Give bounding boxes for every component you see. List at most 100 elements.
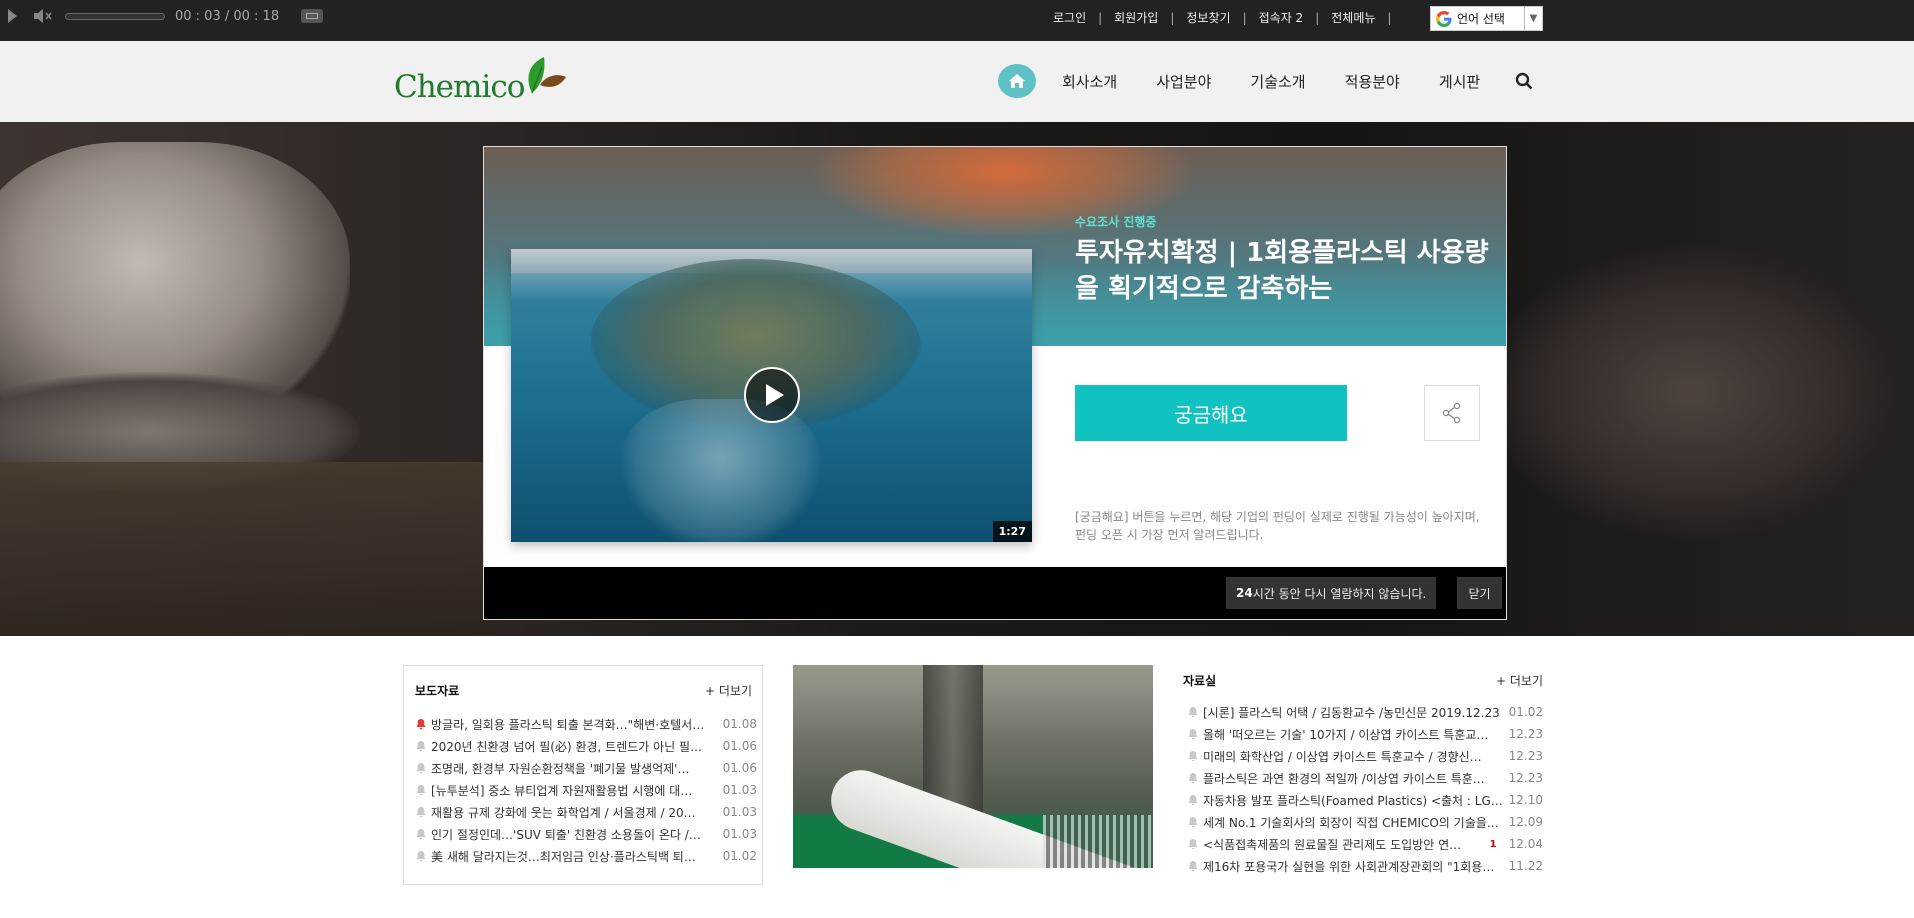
bell-icon xyxy=(416,763,426,774)
list-item[interactable]: 인기 절정인데…'SUV 퇴출' 친환경 소용돌이 온다 /… 01.03 xyxy=(415,823,757,845)
list-item-date: 01.06 xyxy=(722,739,757,753)
list-item[interactable]: [시론] 플라스틱 어택 / 김동환교수 /농민신문 2019.12.23 01.… xyxy=(1187,701,1543,723)
list-item[interactable]: 2020년 친환경 넘어 필(必) 환경, 트렌드가 아닌 필… 01.06 xyxy=(415,735,757,757)
signup-link[interactable]: 회원가입 xyxy=(1114,9,1158,26)
bell-icon xyxy=(1188,839,1198,850)
share-button[interactable] xyxy=(1424,385,1480,441)
bell-icon xyxy=(1188,729,1198,740)
list-item-title: 올해 '떠오르는 기술' 10가지 / 이상엽 카이스트 특훈교… xyxy=(1203,727,1489,742)
all-menu-link[interactable]: 전체메뉴 xyxy=(1331,9,1375,26)
list-item[interactable]: 방글라, 일회용 플라스틱 퇴출 본격화…"해변·호텔서… 01.08 xyxy=(415,713,757,735)
list-item-title: 재활용 규제 강화에 웃는 화학업계 / 서울경제 / 20… xyxy=(431,805,696,820)
find-info-link[interactable]: 정보찾기 xyxy=(1186,9,1230,26)
video-duration: 1:27 xyxy=(992,521,1032,542)
language-select[interactable]: 언어 선택 ▼ xyxy=(1430,6,1543,31)
library-list: [시론] 플라스틱 어택 / 김동환교수 /농민신문 2019.12.23 01.… xyxy=(1187,701,1543,877)
curious-button[interactable]: 궁금해요 xyxy=(1075,385,1347,441)
bell-icon xyxy=(416,785,426,796)
separator: | xyxy=(1242,10,1247,25)
google-icon xyxy=(1436,10,1452,27)
utility-links: 로그인 | 회원가입 | 정보찾기 | 접속자 2 | 전체메뉴 | xyxy=(1053,9,1403,26)
status-badge: 수요조사 진행중 xyxy=(1075,215,1157,229)
factory-image[interactable] xyxy=(793,665,1153,868)
list-item-date: 01.03 xyxy=(722,827,757,841)
press-more-link[interactable]: + 더보기 xyxy=(705,682,752,699)
logo[interactable]: Chemico xyxy=(394,55,566,113)
fullscreen-icon[interactable] xyxy=(301,9,324,23)
no-show-hours: 24 xyxy=(1236,586,1253,600)
list-item-date: 01.03 xyxy=(722,783,757,797)
no-show-text: 시간 동안 다시 열람하지 않습니다. xyxy=(1252,586,1427,601)
bell-icon xyxy=(1188,773,1198,784)
site-header: Chemico 회사소개 사업분야 기술소개 적용분야 게시판 xyxy=(0,41,1914,122)
list-item-date: 01.06 xyxy=(722,761,757,775)
search-icon[interactable] xyxy=(1515,72,1533,90)
list-item-date: 12.23 xyxy=(1508,771,1543,785)
nav-company[interactable]: 회사소개 xyxy=(1062,71,1117,92)
list-item[interactable]: 美 새해 달라지는것…최저임금 인상·플라스틱백 퇴… 01.02 xyxy=(415,845,757,867)
list-item-date: 12.23 xyxy=(1508,727,1543,741)
list-item-title: [뉴투분석] 중소 뷰티업계 자원재활용법 시행에 대… xyxy=(431,783,693,798)
list-item-title: [시론] 플라스틱 어택 / 김동환교수 /농민신문 2019.12.23 xyxy=(1203,705,1500,720)
table-image xyxy=(0,462,500,636)
list-item[interactable]: 조명래, 환경부 자원순환정책을 '폐기물 발생억제'… 01.06 xyxy=(415,757,757,779)
list-item-title: 미래의 화학산업 / 이상엽 카이스트 특훈교수 / 경향신… xyxy=(1203,749,1482,764)
comment-count: 1 xyxy=(1489,838,1497,850)
funding-popup: 1:27 수요조사 진행중 투자유치확정 | 1회용플라스틱 사용량을 획기적으… xyxy=(483,146,1507,620)
seek-bar[interactable] xyxy=(65,12,165,20)
bell-icon xyxy=(416,851,426,862)
list-item[interactable]: [뉴투분석] 중소 뷰티업계 자원재활용법 시행에 대… 01.03 xyxy=(415,779,757,801)
nav-application[interactable]: 적용분야 xyxy=(1345,71,1400,92)
bell-icon xyxy=(1188,861,1198,872)
separator: | xyxy=(1387,10,1392,25)
list-item-title: 플라스틱은 과연 환경의 적일까 /이상엽 카이스트 특훈… xyxy=(1203,771,1485,786)
list-item[interactable]: 자동차용 발포 플라스틱(Foamed Plastics) <출처 : LG화…… xyxy=(1187,789,1543,811)
play-icon xyxy=(765,384,784,406)
list-item-date: 01.02 xyxy=(1508,705,1543,719)
list-item-date: 12.09 xyxy=(1508,815,1543,829)
bell-icon xyxy=(1188,817,1198,828)
separator: | xyxy=(1315,10,1320,25)
close-button[interactable]: 닫기 xyxy=(1457,577,1502,609)
language-label: 언어 선택 xyxy=(1457,12,1505,26)
play-icon[interactable] xyxy=(8,9,17,23)
login-link[interactable]: 로그인 xyxy=(1053,9,1086,26)
library-title: 자료실 xyxy=(1183,674,1217,688)
list-item-date: 12.10 xyxy=(1508,793,1543,807)
popup-notice: [궁금해요] 버튼을 누르면, 해당 기업의 펀딩이 실제로 진행될 가능성이 … xyxy=(1075,510,1480,542)
library-more-link[interactable]: + 더보기 xyxy=(1496,672,1543,689)
list-item-date: 01.03 xyxy=(722,805,757,819)
top-utility-bar: 00 : 03 / 00 : 18 로그인 | 회원가입 | 정보찾기 | 접속… xyxy=(0,0,1914,41)
list-item-title: 자동차용 발포 플라스틱(Foamed Plastics) <출처 : LG화… xyxy=(1203,793,1507,808)
bell-icon xyxy=(416,719,426,730)
list-item[interactable]: 제16차 포용국가 실현을 위한 사회관계장관회의 "1회용… 11.22 xyxy=(1187,855,1543,877)
list-item[interactable]: 재활용 규제 강화에 웃는 화학업계 / 서울경제 / 20… 01.03 xyxy=(415,801,757,823)
popup-title: 투자유치확정 | 1회용플라스틱 사용량을 획기적으로 감축하는 xyxy=(1075,238,1489,304)
list-item[interactable]: <식품접촉제품의 원료물질 관리제도 도입방안 연… 1 12.04 xyxy=(1187,833,1543,855)
list-item-title: <식품접촉제품의 원료물질 관리제도 도입방안 연… xyxy=(1203,837,1462,852)
home-button[interactable] xyxy=(998,64,1036,98)
list-item[interactable]: 올해 '떠오르는 기술' 10가지 / 이상엽 카이스트 특훈교… 12.23 xyxy=(1187,723,1543,745)
visitor-count[interactable]: 접속자 2 xyxy=(1259,9,1304,26)
list-item-title: 인기 절정인데…'SUV 퇴출' 친환경 소용돌이 온다 /… xyxy=(431,827,701,842)
nav-technology[interactable]: 기술소개 xyxy=(1250,71,1305,92)
video-thumbnail[interactable]: 1:27 xyxy=(511,249,1032,542)
list-item[interactable]: 미래의 화학산업 / 이상엽 카이스트 특훈교수 / 경향신… 12.23 xyxy=(1187,745,1543,767)
nav-board[interactable]: 게시판 xyxy=(1439,71,1480,92)
bell-icon xyxy=(1188,751,1198,762)
play-video-button[interactable] xyxy=(744,367,800,423)
press-release-box: 보도자료 + 더보기 방글라, 일회용 플라스틱 퇴출 본격화…"해변·호텔서…… xyxy=(403,665,763,885)
list-item[interactable]: 세계 No.1 기술회사의 회장이 직접 CHEMICO의 기술을… 12.09 xyxy=(1187,811,1543,833)
separator: | xyxy=(1098,10,1103,25)
dont-show-24h-button[interactable]: 24 시간 동안 다시 열람하지 않습니다. xyxy=(1226,577,1437,609)
bgm-player: 00 : 03 / 00 : 18 xyxy=(8,6,324,26)
list-item-date: 01.08 xyxy=(722,717,757,731)
press-list: 방글라, 일회용 플라스틱 퇴출 본격화…"해변·호텔서… 01.08 2020년 … xyxy=(415,713,757,867)
plastic-bag-image xyxy=(621,399,821,542)
nav-business[interactable]: 사업분야 xyxy=(1156,71,1211,92)
list-item[interactable]: 플라스틱은 과연 환경의 적일까 /이상엽 카이스트 특훈… 12.23 xyxy=(1187,767,1543,789)
mute-icon[interactable] xyxy=(33,8,53,24)
bell-icon xyxy=(416,829,426,840)
bell-icon xyxy=(416,741,426,752)
library-box: 자료실 + 더보기 [시론] 플라스틱 어택 / 김동환교수 /농민신문 201… xyxy=(1183,665,1543,885)
